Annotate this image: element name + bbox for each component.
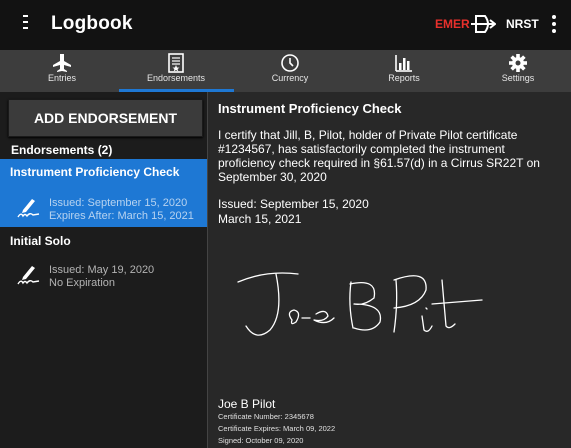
tab-endorsements[interactable]: Endorsements	[119, 50, 233, 92]
list-item[interactable]: Initial Solo Issued: May 19, 2020 No Exp…	[0, 227, 207, 295]
tab-label: Currency	[271, 73, 309, 83]
bar-chart-icon	[395, 55, 412, 72]
signature-pen-icon	[17, 266, 40, 285]
clock-icon	[281, 54, 299, 72]
tab-entries[interactable]: Entries	[5, 50, 119, 92]
detail-body: I certify that Jill, B, Pilot, holder of…	[218, 128, 540, 184]
more-options-icon[interactable]	[552, 15, 556, 36]
signature-image	[237, 272, 483, 336]
endorsements-list: ADD ENDORSEMENT Endorsements (2) Instrum…	[0, 92, 207, 448]
nrst-button[interactable]: NRST	[506, 17, 539, 31]
tab-label: Endorsements	[146, 73, 206, 83]
detail-title: Instrument Proficiency Check	[218, 101, 402, 116]
tab-label: Entries	[47, 73, 76, 83]
signed-date: Signed: October 09, 2020	[218, 436, 304, 445]
direct-to-icon[interactable]	[470, 13, 496, 35]
signature-pen-icon	[17, 199, 40, 218]
emer-button[interactable]: EMER	[435, 17, 470, 31]
menu-icon[interactable]	[19, 15, 35, 35]
document-icon	[168, 53, 184, 73]
detail-issued: Issued: September 15, 2020	[218, 197, 369, 211]
tab-reports[interactable]: Reports	[347, 50, 461, 92]
item-expires: No Expiration	[49, 277, 116, 289]
endorsements-count-header: Endorsements (2)	[11, 143, 113, 157]
tab-label: Settings	[501, 73, 535, 83]
item-title: Initial Solo	[10, 234, 71, 248]
app-title: Logbook	[51, 13, 133, 34]
gear-icon	[509, 54, 527, 72]
item-issued: Issued: May 19, 2020	[49, 264, 155, 276]
airplane-icon	[53, 54, 71, 72]
tab-label: Reports	[388, 73, 420, 83]
tab-bar: Entries Endorsements Currency Reports Se…	[0, 50, 571, 92]
certificate-number: Certificate Number: 2345678	[218, 412, 314, 421]
list-item[interactable]: Instrument Proficiency Check Issued: Sep…	[0, 159, 207, 227]
item-expires: Expires After: March 15, 2021	[49, 210, 194, 222]
item-title: Instrument Proficiency Check	[10, 165, 180, 179]
detail-expires: March 15, 2021	[218, 212, 302, 226]
top-app-bar: Logbook EMER NRST	[0, 0, 571, 50]
signer-name: Joe B Pilot	[218, 397, 276, 411]
endorsement-detail: Instrument Proficiency Check I certify t…	[208, 92, 571, 448]
tab-currency[interactable]: Currency	[233, 50, 347, 92]
item-issued: Issued: September 15, 2020	[49, 197, 188, 209]
tab-settings[interactable]: Settings	[461, 50, 571, 92]
add-endorsement-button[interactable]: ADD ENDORSEMENT	[8, 99, 203, 137]
certificate-expires: Certificate Expires: March 09, 2022	[218, 424, 336, 433]
